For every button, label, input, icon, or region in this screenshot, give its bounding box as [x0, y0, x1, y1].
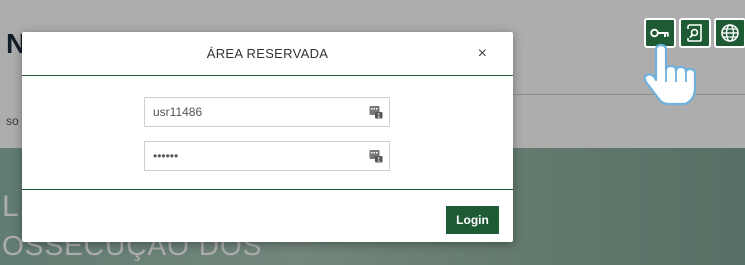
username-input[interactable]: [145, 98, 355, 126]
login-button[interactable]: Login: [446, 206, 499, 234]
password-input[interactable]: [145, 142, 355, 170]
username-field[interactable]: 1: [144, 97, 390, 127]
close-icon[interactable]: ×: [478, 46, 487, 62]
svg-text:1: 1: [377, 113, 381, 119]
modal-header: ÁREA RESERVADA ×: [22, 32, 513, 76]
login-modal: ÁREA RESERVADA × 1 1 Login: [22, 32, 513, 242]
virtual-keypad-icon[interactable]: 1: [369, 105, 383, 119]
pointer-hand-icon: [643, 44, 697, 106]
modal-title: ÁREA RESERVADA: [206, 46, 329, 61]
globe-icon[interactable]: [714, 18, 745, 48]
virtual-keypad-icon[interactable]: 1: [369, 149, 383, 163]
password-field[interactable]: 1: [144, 141, 390, 171]
svg-text:1: 1: [377, 157, 381, 163]
modal-footer-divider: [22, 189, 513, 190]
